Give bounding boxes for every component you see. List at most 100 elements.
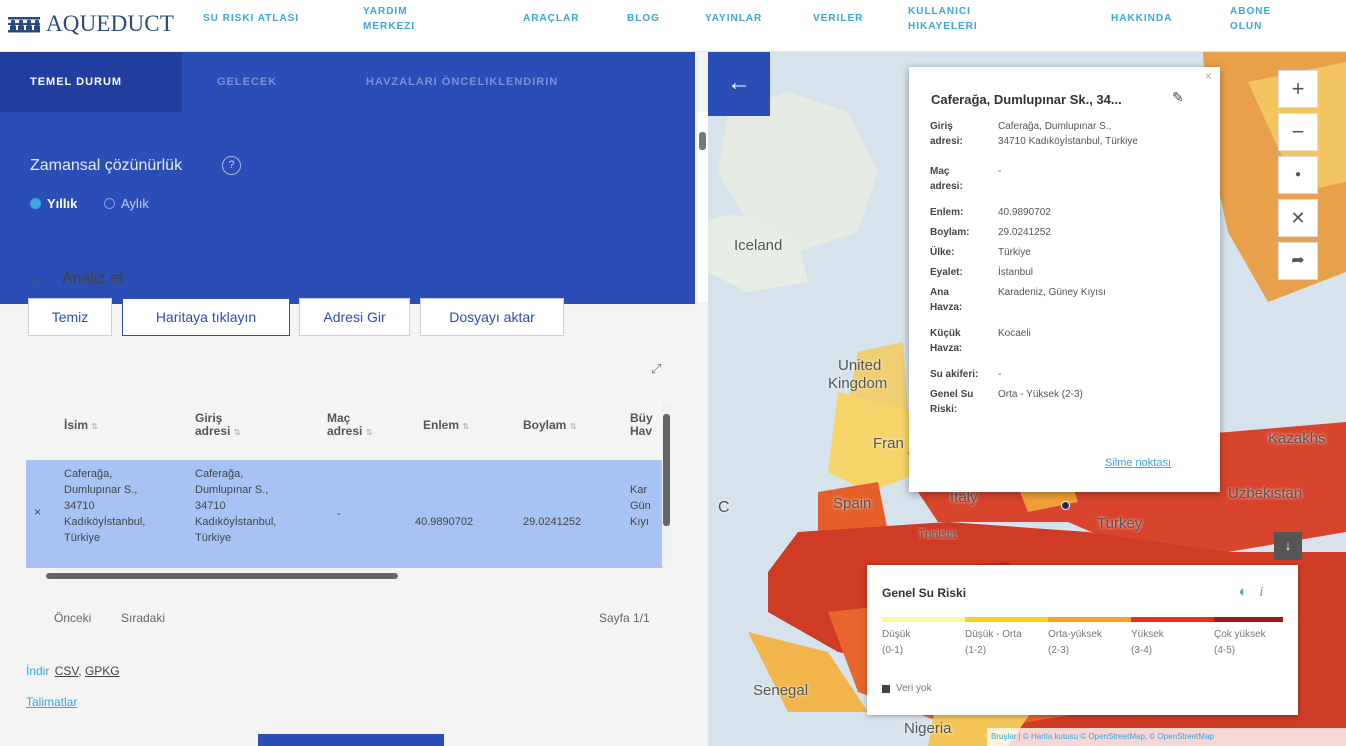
sort-icon[interactable]: ⇅	[91, 422, 98, 431]
download-gpkg-link[interactable]: GPKG	[85, 664, 120, 678]
popup-key-line: Havza:	[930, 302, 963, 313]
legend-range: (1-2)	[965, 645, 987, 656]
zoom-out-button[interactable]: −	[1278, 113, 1318, 151]
nav-blog[interactable]: BLOG	[627, 11, 660, 26]
map-legend: Genel Su Riski ◐ i Düşük (0-1) Düşük - Or…	[867, 565, 1298, 715]
sort-icon[interactable]: ⇅	[462, 422, 469, 431]
download-csv-link[interactable]: CSV	[55, 664, 79, 678]
legend-icons: ◐ i	[1239, 583, 1263, 601]
location-popup: Caferağa, Dumlupınar Sk., 34... ✎ × Giri…	[909, 67, 1220, 492]
popup-key: Ana Havza:	[930, 285, 990, 315]
map-label-c: C	[718, 499, 730, 516]
nav-label: VERILER	[813, 13, 864, 24]
sort-icon[interactable]: ⇅	[366, 428, 373, 437]
scrollbar-thumb[interactable]	[663, 414, 670, 526]
sort-icon[interactable]: ⇅	[570, 422, 577, 431]
close-icon[interactable]: ×	[1205, 69, 1212, 83]
tab-gelecek[interactable]: GELECEK	[217, 76, 277, 88]
nav-araclar[interactable]: ARAÇLAR	[523, 11, 579, 26]
share-icon[interactable]: ➦	[1278, 242, 1318, 280]
next-page-button[interactable]: Sıradaki	[121, 611, 165, 625]
prev-page-button[interactable]: Önceki	[54, 611, 91, 625]
nav-yardim-merkezi[interactable]: YARDIM MERKEZI	[363, 4, 415, 34]
nav-hakkinda[interactable]: HAKKINDA	[1111, 11, 1172, 26]
sort-icon[interactable]: ⇅	[234, 428, 241, 437]
radio-label: Aylık	[121, 196, 149, 211]
map-label-uzbekistan: Uzbekistan	[1228, 485, 1303, 502]
nav-abone-olun[interactable]: ABONE OLUN	[1230, 4, 1271, 34]
clear-button[interactable]: Temiz	[28, 298, 112, 336]
locate-icon[interactable]: ●	[1278, 156, 1318, 194]
radio-label: Yıllık	[47, 196, 78, 211]
cell-name: Caferağa, Dumlupınar S., 34710 Kadıköyİstan…	[64, 466, 145, 546]
help-icon[interactable]: ?	[222, 156, 241, 175]
table-row[interactable]: × Caferağa, Dumlupınar S., 34710 Kadıköyİst…	[26, 460, 663, 568]
legend-label: Düşük - Orta (1-2)	[965, 627, 1022, 659]
nav-label: OLUN	[1230, 21, 1263, 32]
popup-value: -	[998, 166, 1002, 177]
location-marker[interactable]	[1061, 501, 1070, 510]
cell-line: Gün	[630, 500, 651, 512]
table-vertical-scrollbar[interactable]	[662, 402, 671, 567]
map-credits[interactable]: Bruşlar | © Harita kutusu © OpenStreetMa…	[987, 728, 1346, 746]
back-arrow-icon[interactable]: ←	[708, 52, 770, 116]
table-horizontal-scrollbar[interactable]	[36, 571, 660, 581]
column-header-lon[interactable]: Boylam ⇅	[523, 419, 576, 433]
bottom-handle[interactable]	[258, 734, 444, 746]
click-map-button[interactable]: Haritaya tıklayın	[122, 298, 290, 336]
column-header-match-address[interactable]: Maç adresi ⇅	[327, 412, 372, 439]
radio-aylik[interactable]: Aylık	[104, 196, 149, 211]
aqueduct-logo-icon	[8, 17, 40, 33]
map-label-france: Fran	[873, 435, 904, 452]
chevron-down-icon[interactable]: ﹀	[30, 276, 42, 293]
expand-icon[interactable]: ⤢	[651, 361, 661, 377]
nav-label: MERKEZI	[363, 21, 415, 32]
column-header-name[interactable]: İsim ⇅	[64, 419, 98, 433]
map-view[interactable]: ← Iceland United Kingdom Fran Spain Ital…	[708, 52, 1346, 746]
scrollbar-thumb[interactable]	[46, 573, 398, 579]
radio-unselected-icon	[104, 198, 115, 209]
scrollbar-thumb[interactable]	[699, 132, 706, 150]
download-arrow-icon[interactable]: ↓	[1274, 532, 1302, 560]
instructions-link[interactable]: Talimatlar	[26, 695, 77, 709]
zoom-in-button[interactable]: +	[1278, 70, 1318, 108]
aqueduct-logo[interactable]: AQUEDUCT	[8, 11, 174, 37]
tab-havzalari-onceliklendirin[interactable]: HAVZALARI ÖNCELIKLENDIRIN	[366, 76, 558, 88]
download-label: İndir	[26, 664, 50, 678]
pencil-icon[interactable]: ✎	[1172, 89, 1184, 106]
cell-line: Kar	[630, 484, 648, 496]
cell-basin: Kar Gün Kıyı	[630, 482, 651, 530]
popup-key-line: Küçük	[930, 328, 961, 339]
map-label-kazakhstan: Kazakhs	[1268, 430, 1326, 447]
legend-label-text: Orta-yüksek	[1048, 629, 1102, 640]
cell-input-address: Caferağa, Dumlupınar S., 34710 Kadıköyİstan…	[195, 466, 276, 546]
nav-label: KULLANICI	[908, 6, 971, 17]
no-data-swatch	[882, 684, 890, 693]
tab-temel-durum[interactable]: TEMEL DURUM	[30, 76, 122, 88]
nav-yayinlar[interactable]: YAYINLAR	[705, 11, 762, 26]
tools-icon[interactable]: ✕	[1278, 199, 1318, 237]
opacity-icon[interactable]: ◐	[1239, 583, 1247, 599]
delete-point-link[interactable]: Silme noktası	[1105, 457, 1171, 469]
import-file-button[interactable]: Dosyayı aktar	[420, 298, 564, 336]
nav-label: BLOG	[627, 13, 660, 24]
radio-yillik[interactable]: Yıllık	[30, 196, 77, 211]
legend-range: (0-1)	[882, 645, 904, 656]
nav-label: HAKKINDA	[1111, 13, 1173, 24]
popup-key: Su akiferi:	[930, 369, 979, 380]
map-label-iceland: Iceland	[734, 237, 783, 254]
panel-scrollbar[interactable]	[697, 112, 708, 302]
column-header-input-address[interactable]: Giriş adresi ⇅	[195, 412, 240, 439]
analyze-title[interactable]: Analiz et	[62, 270, 123, 288]
popup-value: -	[998, 369, 1002, 380]
column-header-basin[interactable]: Büy Hav	[630, 412, 653, 438]
enter-address-button[interactable]: Adresi Gir	[299, 298, 410, 336]
nav-veriler[interactable]: VERILER	[813, 11, 863, 26]
nav-su-riski-atlasi[interactable]: SU RISKI ATLASI	[203, 11, 299, 26]
remove-row-icon[interactable]: ×	[34, 504, 41, 520]
popup-key-line: Havza:	[930, 343, 963, 354]
popup-key: Giriş adresi:	[930, 119, 990, 149]
nav-kullanici-hikayeleri[interactable]: KULLANICI HIKAYELERI	[908, 4, 978, 34]
column-header-lat[interactable]: Enlem ⇅	[423, 419, 469, 433]
info-icon[interactable]: i	[1259, 585, 1263, 600]
